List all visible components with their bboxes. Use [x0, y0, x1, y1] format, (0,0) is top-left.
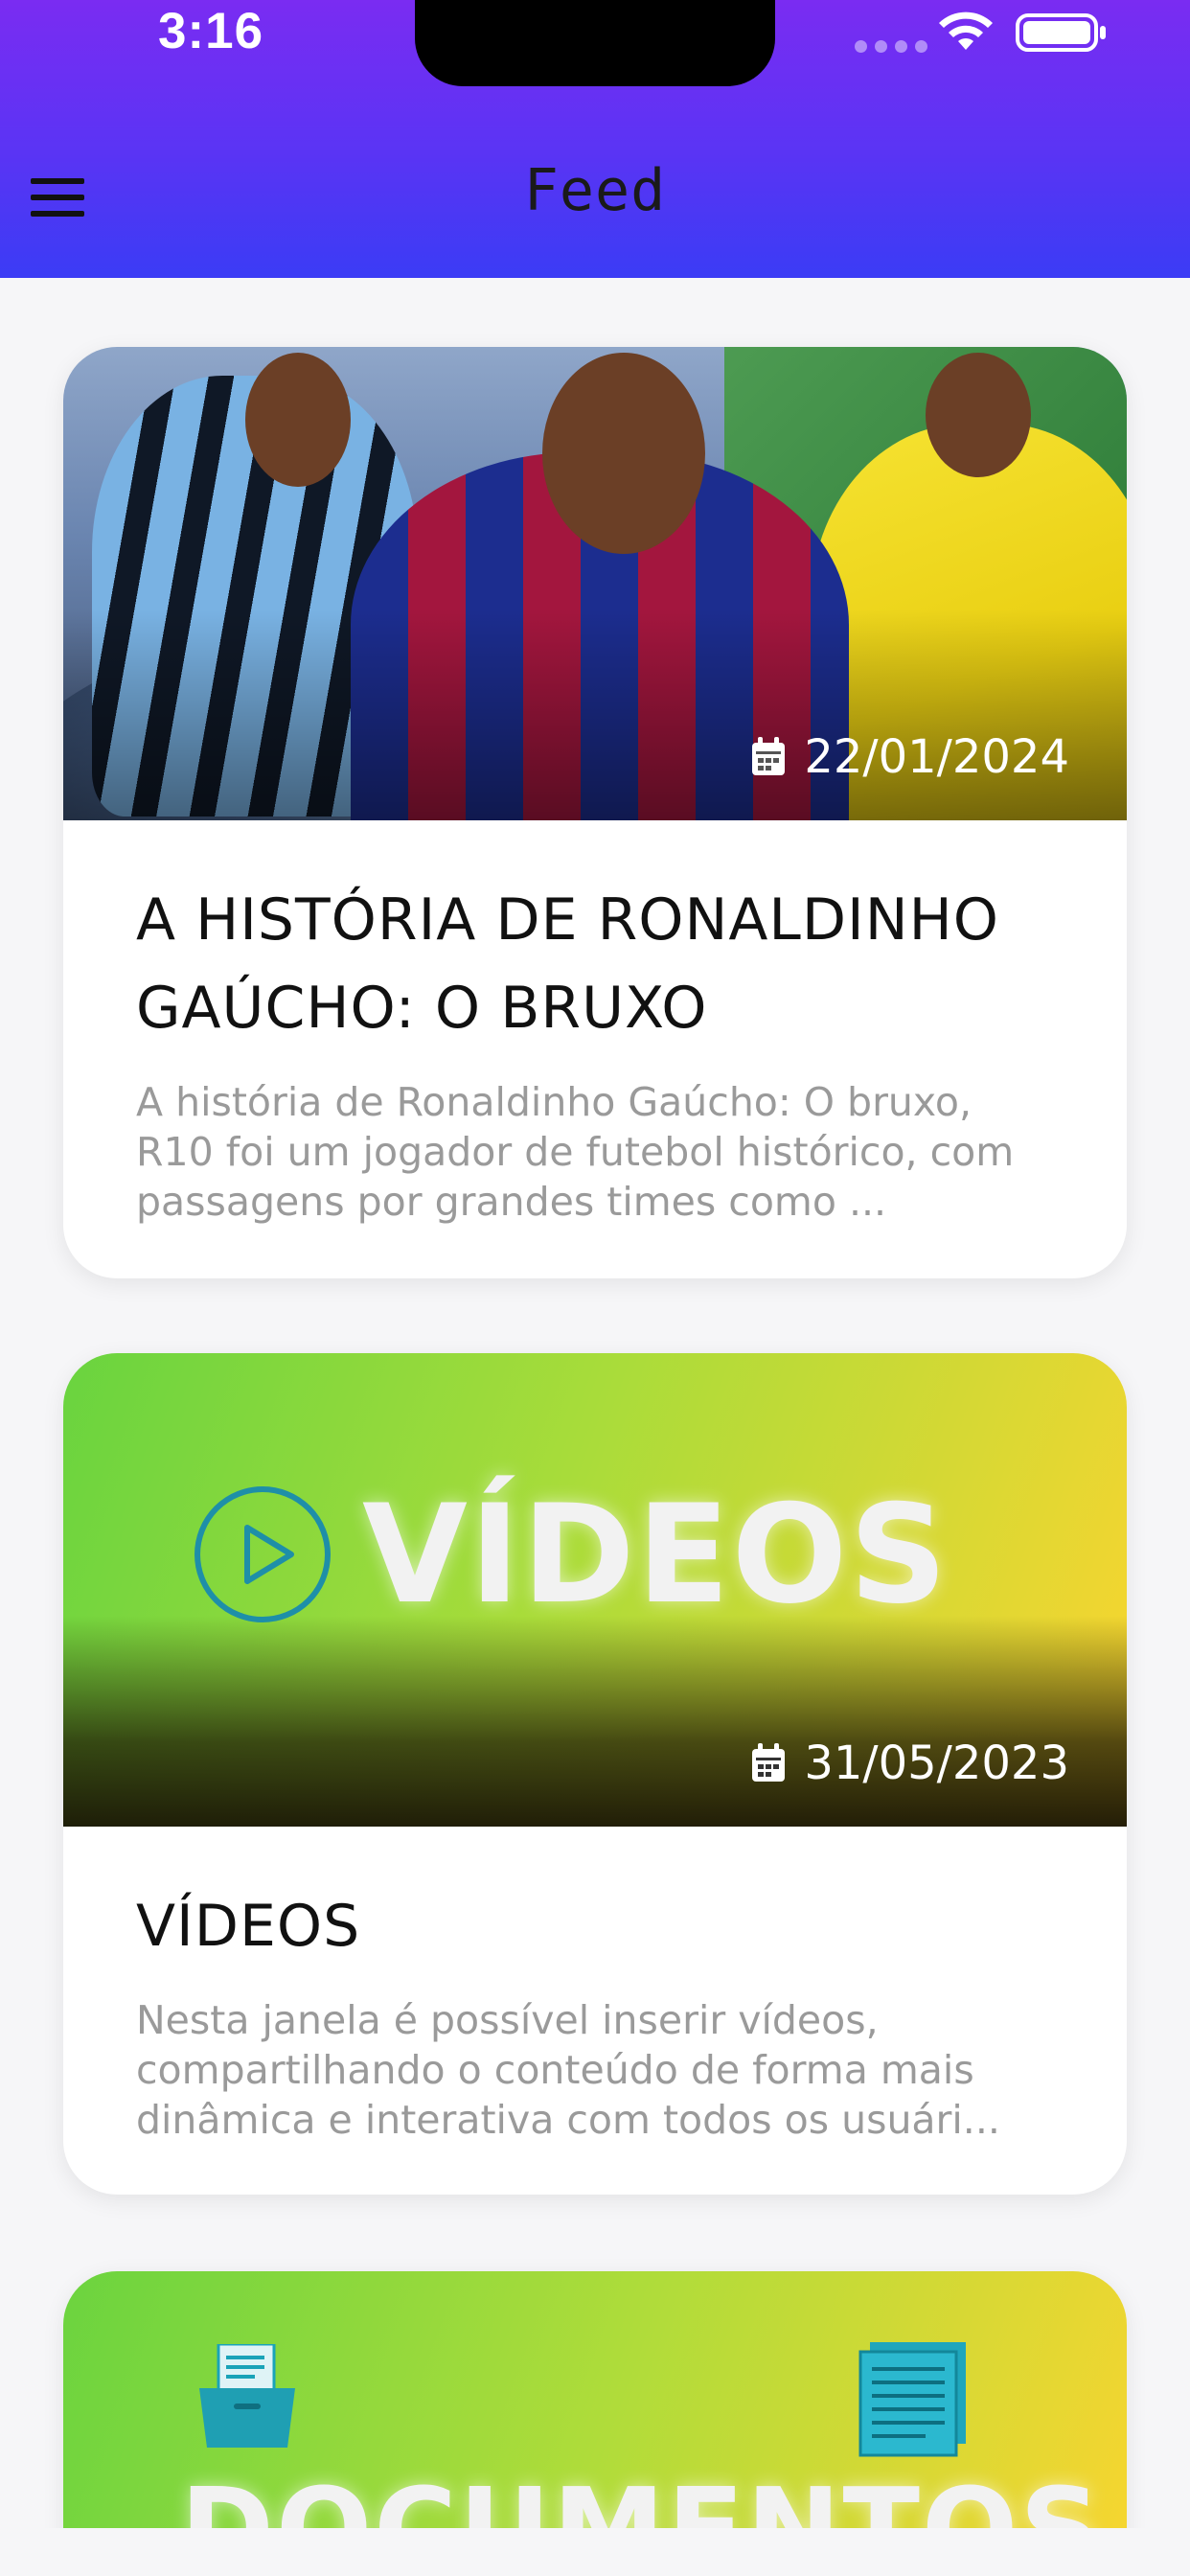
folder-document-icon [199, 2344, 295, 2448]
post-title: VÍDEOS [136, 1893, 361, 1960]
bottom-safe-area [0, 2528, 1190, 2576]
signal-dots-icon [855, 40, 927, 53]
post-excerpt: Nesta janela é possível inserir vídeos, … [136, 1997, 1000, 2143]
page-title: Feed [523, 157, 667, 224]
post-image: VÍDEOS 31/05/2023 [63, 1353, 1127, 1827]
document-pages-icon [858, 2342, 966, 2457]
post-date-text: 31/05/2023 [804, 1736, 1069, 1790]
calendar-icon [752, 1743, 786, 1782]
post-date: 31/05/2023 [750, 1736, 1069, 1790]
post-excerpt: A história de Ronaldinho Gaúcho: O bruxo… [136, 1079, 1015, 1225]
post-date: 22/01/2024 [750, 730, 1069, 784]
play-circle-icon [195, 1486, 331, 1622]
card-body: A HISTÓRIA DE RONALDINHO GAÚCHO: O BRUXO… [63, 820, 1127, 1227]
app-header: 3:16 Feed [0, 0, 1190, 278]
feed-card[interactable]: 22/01/2024 A HISTÓRIA DE RONALDINHO GAÚC… [63, 347, 1127, 1278]
post-title: A HISTÓRIA DE RONALDINHO GAÚCHO: O BRUXO [136, 886, 999, 1042]
card-body: VÍDEOS Nesta janela é possível inserir v… [63, 1827, 1127, 2145]
feed-screen: 3:16 Feed 22/01/2024 A HISTÓRIA DE RONAL… [0, 0, 1190, 2576]
post-date-text: 22/01/2024 [804, 730, 1069, 784]
banner-text: VÍDEOS [362, 1476, 950, 1634]
feed-card[interactable]: VÍDEOS 31/05/2023 VÍDEOS Nesta janela é [63, 1353, 1127, 2195]
post-image: 22/01/2024 [63, 347, 1127, 820]
wifi-icon [939, 12, 993, 50]
status-time: 3:16 [158, 3, 264, 59]
calendar-icon [752, 737, 786, 775]
dynamic-island [415, 0, 775, 86]
battery-icon [1016, 13, 1106, 52]
